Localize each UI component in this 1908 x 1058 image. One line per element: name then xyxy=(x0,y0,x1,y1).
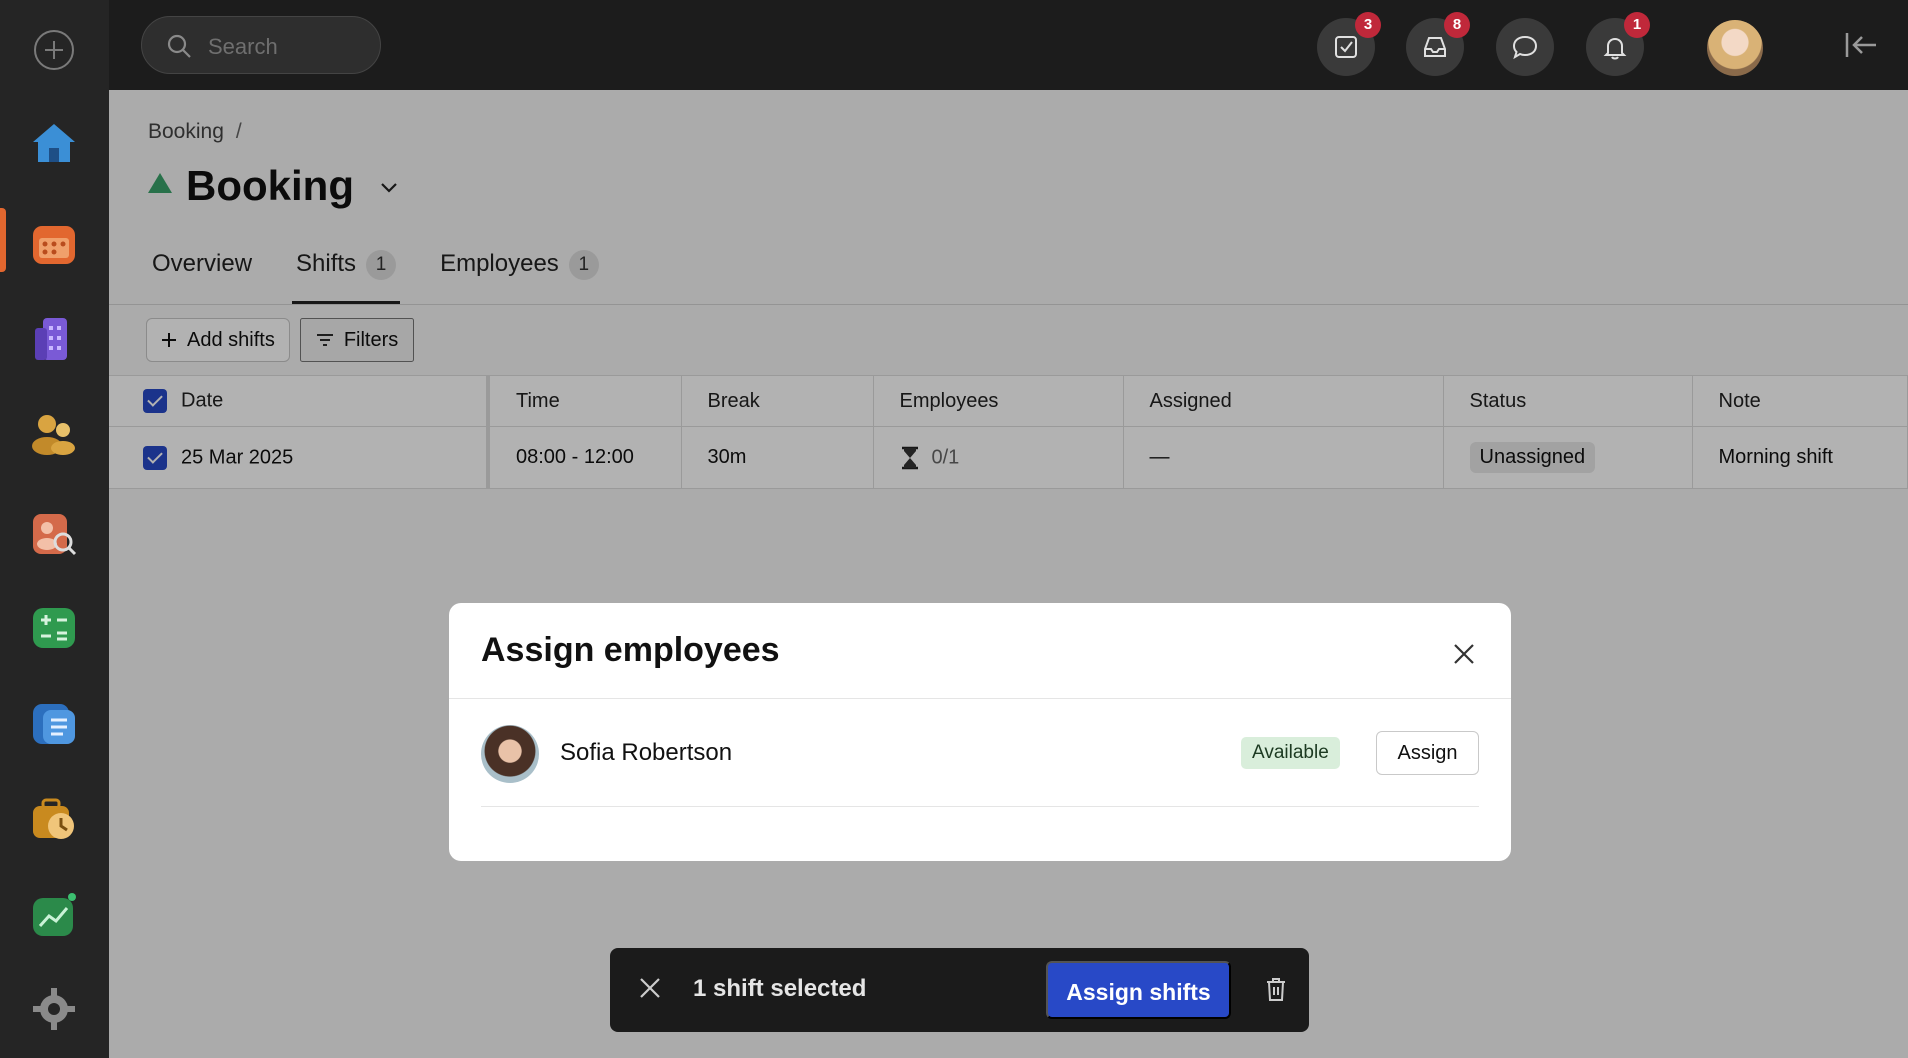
people-icon[interactable] xyxy=(29,410,79,460)
search-input[interactable]: Search xyxy=(141,16,381,74)
notifications-button[interactable]: 1 xyxy=(1586,12,1650,76)
sidebar xyxy=(0,0,109,1058)
add-icon[interactable] xyxy=(34,30,74,70)
modal-backdrop[interactable] xyxy=(109,90,1908,1058)
assign-button[interactable]: Assign xyxy=(1376,731,1479,775)
analytics-icon[interactable] xyxy=(29,890,79,940)
tasks-button[interactable]: 3 xyxy=(1317,12,1381,76)
chat-button[interactable] xyxy=(1496,18,1554,76)
collapse-panel-icon[interactable] xyxy=(1844,30,1878,60)
assign-shifts-button[interactable]: Assign shifts xyxy=(1046,961,1231,1019)
availability-badge: Available xyxy=(1241,737,1340,769)
selection-count: 1 shift selected xyxy=(693,975,867,1002)
close-icon[interactable] xyxy=(638,976,662,1000)
employee-name: Sofia Robertson xyxy=(560,739,733,766)
top-bar: Search 3 8 1 xyxy=(109,0,1908,90)
chat-icon xyxy=(1512,35,1538,60)
inbox-icon xyxy=(1424,37,1446,57)
calculator-icon[interactable] xyxy=(29,602,79,652)
inbox-badge: 8 xyxy=(1444,12,1470,38)
calendar-icon[interactable] xyxy=(29,218,79,268)
settings-icon[interactable] xyxy=(29,984,79,1034)
search-placeholder: Search xyxy=(208,34,278,59)
assign-employees-dialog: Assign employees Sofia Robertson Availab… xyxy=(449,603,1511,861)
selection-action-bar: 1 shift selected Assign shifts xyxy=(610,948,1309,1032)
dialog-title: Assign employees xyxy=(481,631,780,669)
active-nav-indicator xyxy=(0,208,6,272)
documents-icon[interactable] xyxy=(29,698,79,748)
trash-icon[interactable] xyxy=(1265,976,1287,1002)
building-icon[interactable] xyxy=(29,314,79,364)
search-icon xyxy=(167,34,191,58)
bell-icon xyxy=(1603,37,1627,60)
inbox-button[interactable]: 8 xyxy=(1406,12,1470,76)
timesheet-icon[interactable] xyxy=(29,794,79,844)
close-icon[interactable] xyxy=(1449,639,1479,669)
employee-avatar xyxy=(481,725,539,783)
tasks-badge: 3 xyxy=(1355,12,1381,38)
recruitment-icon[interactable] xyxy=(29,508,79,558)
employee-row: Sofia Robertson Available Assign xyxy=(481,724,1479,807)
dialog-divider xyxy=(449,698,1511,699)
notifications-badge: 1 xyxy=(1624,12,1650,38)
tasks-icon xyxy=(1335,36,1357,58)
user-avatar[interactable] xyxy=(1707,20,1763,76)
home-icon[interactable] xyxy=(29,118,79,168)
